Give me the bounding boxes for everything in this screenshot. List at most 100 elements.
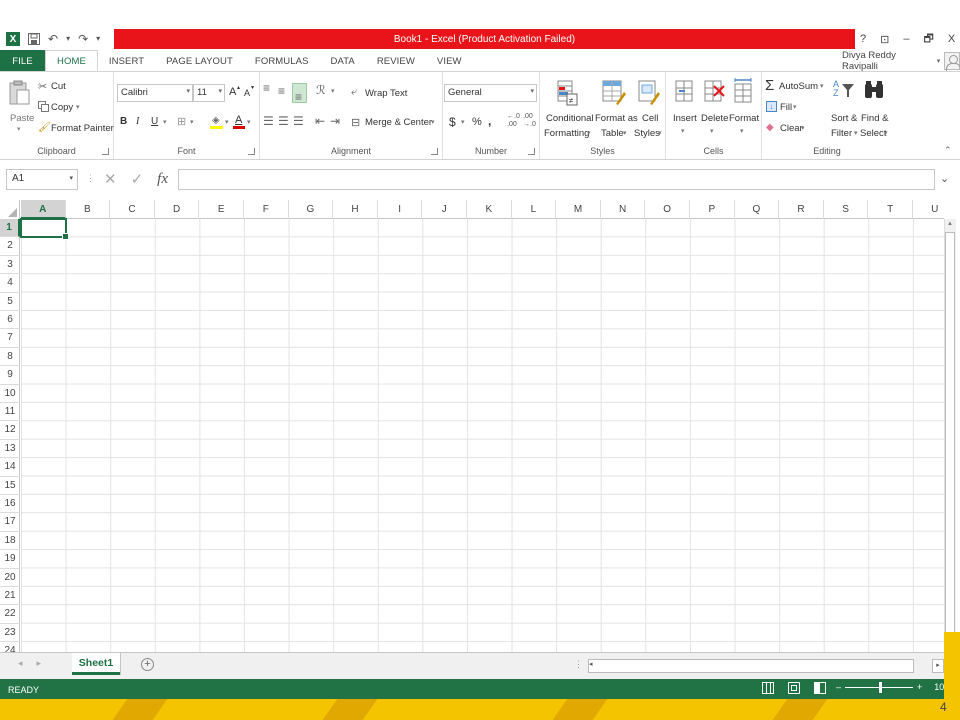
conditional-formatting-dropdown-icon[interactable]: ▾ xyxy=(587,129,591,137)
font-color-icon[interactable]: A xyxy=(233,114,245,129)
column-header[interactable]: N xyxy=(601,200,646,219)
format-painter-icon[interactable]: 🖌 xyxy=(38,122,51,133)
vertical-scroll-thumb[interactable] xyxy=(945,232,955,638)
column-header[interactable]: J xyxy=(422,200,467,219)
paste-dropdown-icon[interactable]: ▾ xyxy=(17,125,21,133)
autosum-dropdown-icon[interactable]: ▾ xyxy=(820,82,824,90)
previous-sheet-icon[interactable]: ◂ xyxy=(18,658,23,669)
sort-filter-dropdown-icon[interactable]: ▾ xyxy=(854,129,858,137)
row-header[interactable]: 9 xyxy=(0,366,20,385)
format-cells-button[interactable]: Format xyxy=(729,113,759,124)
underline-dropdown-icon[interactable]: ▾ xyxy=(163,118,167,126)
tab-review[interactable]: REVIEW xyxy=(366,50,426,72)
find-select-dropdown-icon[interactable]: ▾ xyxy=(884,129,888,137)
row-header[interactable]: 23 xyxy=(0,624,20,643)
paste-icon[interactable] xyxy=(9,80,31,106)
row-header[interactable]: 13 xyxy=(0,440,20,459)
tab-page-layout[interactable]: PAGE LAYOUT xyxy=(155,50,244,72)
sort-filter-button[interactable]: Sort & xyxy=(831,113,857,124)
copy-icon[interactable] xyxy=(38,101,49,112)
page-layout-view-icon[interactable] xyxy=(788,682,800,694)
clear-dropdown-icon[interactable]: ▾ xyxy=(801,124,805,132)
row-header[interactable]: 8 xyxy=(0,348,20,367)
cut-icon[interactable]: ✂ xyxy=(38,80,47,93)
insert-cells-dropdown-icon[interactable]: ▾ xyxy=(681,127,685,135)
horizontal-scrollbar[interactable] xyxy=(588,659,914,673)
column-header[interactable]: B xyxy=(66,200,111,219)
borders-dropdown-icon[interactable]: ▾ xyxy=(190,118,194,126)
percent-button[interactable]: % xyxy=(472,116,482,128)
tab-data[interactable]: DATA xyxy=(320,50,366,72)
wrap-text-button[interactable]: Wrap Text xyxy=(365,88,407,99)
format-as-table-dropdown-icon[interactable]: ▾ xyxy=(623,129,627,137)
select-all-button[interactable] xyxy=(0,200,20,219)
column-header[interactable]: M xyxy=(556,200,601,219)
zoom-slider[interactable] xyxy=(845,681,914,693)
collapse-ribbon-icon[interactable]: ⌃ xyxy=(944,145,952,156)
font-launcher-icon[interactable] xyxy=(248,148,255,155)
sort-filter-line2[interactable]: Filter xyxy=(831,128,852,139)
insert-cells-button[interactable]: Insert xyxy=(673,113,697,124)
user-name[interactable]: Divya Reddy Ravipalli xyxy=(842,50,933,72)
format-cells-icon[interactable] xyxy=(733,78,753,104)
cell-styles-button[interactable]: Cell xyxy=(642,113,658,124)
column-header[interactable]: E xyxy=(199,200,244,219)
clear-icon[interactable]: ◆ xyxy=(766,122,774,133)
fill-dropdown-icon[interactable]: ▾ xyxy=(793,103,797,111)
expand-formula-bar-icon[interactable]: ⌄ xyxy=(940,172,949,185)
sort-filter-icon[interactable]: AZ xyxy=(833,80,855,106)
format-as-table-line2[interactable]: Table xyxy=(601,128,624,139)
find-select-button[interactable]: Find & xyxy=(861,113,888,124)
currency-dropdown-icon[interactable]: ▾ xyxy=(461,118,465,126)
orientation-dropdown-icon[interactable]: ▾ xyxy=(331,87,335,95)
number-launcher-icon[interactable] xyxy=(528,148,535,155)
add-sheet-button[interactable]: + xyxy=(141,658,154,671)
help-icon[interactable]: ? xyxy=(860,33,866,45)
row-header[interactable]: 14 xyxy=(0,458,20,477)
column-header[interactable]: O xyxy=(645,200,690,219)
decrease-indent-icon[interactable]: ⇤ xyxy=(315,114,325,128)
clipboard-launcher-icon[interactable] xyxy=(102,148,109,155)
find-select-icon[interactable] xyxy=(864,80,884,102)
redo-icon[interactable]: ↷ xyxy=(78,32,88,46)
alignment-launcher-icon[interactable] xyxy=(431,148,438,155)
paste-button[interactable]: Paste xyxy=(10,113,34,124)
conditional-formatting-icon[interactable]: ≠ xyxy=(557,80,579,106)
column-header[interactable]: D xyxy=(155,200,200,219)
column-header[interactable]: U xyxy=(913,200,944,219)
ribbon-display-icon[interactable]: ⊡ xyxy=(880,33,889,46)
active-cell[interactable] xyxy=(20,218,69,240)
user-account[interactable]: Divya Reddy Ravipalli ▾ xyxy=(842,50,960,72)
middle-align-icon[interactable]: ≡ xyxy=(278,84,285,98)
column-header[interactable]: F xyxy=(244,200,289,219)
name-box-dropdown-icon[interactable]: ▾ xyxy=(69,174,73,182)
grow-font-button[interactable]: A xyxy=(229,86,236,98)
shrink-font-button[interactable]: A xyxy=(244,88,250,98)
scroll-up-icon[interactable]: ▲ xyxy=(947,221,953,227)
bold-button[interactable]: B xyxy=(120,116,127,127)
merge-center-dropdown-icon[interactable]: ▾ xyxy=(431,118,435,126)
column-header[interactable]: G xyxy=(289,200,334,219)
fill-color-dropdown-icon[interactable]: ▾ xyxy=(225,118,229,126)
cell-styles-dropdown-icon[interactable]: ▾ xyxy=(658,129,662,137)
row-header[interactable]: 10 xyxy=(0,385,20,403)
name-box[interactable]: A1 ▾ xyxy=(6,169,78,190)
top-align-icon[interactable]: ≡ xyxy=(263,81,270,95)
confirm-entry-icon[interactable]: ✓ xyxy=(131,170,144,188)
number-format-select[interactable]: General ▾ xyxy=(444,84,537,102)
format-painter-button[interactable]: Format Painter xyxy=(51,123,114,134)
clear-button[interactable]: Clear xyxy=(780,123,803,134)
font-name-select[interactable]: Calibri ▾ xyxy=(117,84,193,102)
row-header[interactable]: 3 xyxy=(0,256,20,275)
column-header[interactable]: S xyxy=(824,200,869,219)
row-header[interactable]: 5 xyxy=(0,293,20,311)
autosum-button[interactable]: AutoSum xyxy=(779,81,818,92)
conditional-formatting-line2[interactable]: Formatting xyxy=(544,128,589,139)
formula-input[interactable] xyxy=(178,169,935,190)
align-right-icon[interactable]: ☰ xyxy=(293,114,304,128)
orientation-icon[interactable]: ℛ xyxy=(316,83,326,97)
cells-area[interactable] xyxy=(21,219,944,652)
conditional-formatting-button[interactable]: Conditional xyxy=(546,113,594,124)
tab-file[interactable]: FILE xyxy=(0,50,45,72)
align-center-icon[interactable]: ☰ xyxy=(278,114,289,128)
